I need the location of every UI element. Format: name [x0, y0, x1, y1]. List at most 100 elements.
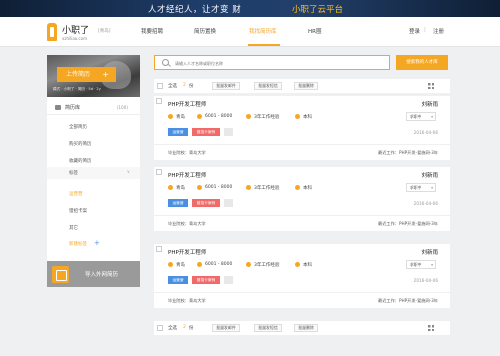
tag-badge[interactable]: 运营营	[168, 128, 188, 136]
new-tag-link[interactable]: 新建标签	[69, 241, 87, 247]
active-nav-indicator	[248, 44, 280, 46]
experience-icon	[246, 262, 251, 267]
resume-checkbox[interactable]	[156, 169, 162, 175]
nav-link-resume-exchange[interactable]: 简历置换	[194, 27, 216, 35]
top-banner[interactable]: 人才经纪人，让才变 财 小职了云平台	[0, 0, 500, 17]
school-label: 毕业院校：	[168, 221, 189, 226]
tag-badge[interactable]: 猎招卡案例	[192, 276, 220, 284]
nav-link-recruit[interactable]: 我要招聘	[141, 27, 163, 35]
bulk-sms-button[interactable]: 批量发短信	[254, 324, 282, 332]
job-title[interactable]: PHP开发工程师	[168, 100, 206, 108]
updated-date: 2016-04-06	[413, 130, 438, 135]
select-all-label: 全选	[168, 326, 177, 331]
work-value: PHP开发-爱施网-3年	[398, 150, 438, 155]
school-value: 青岛大学	[188, 221, 206, 226]
resume-card[interactable]: PHP开发工程师 刘新雨 青岛 6001 - 8000 3年工作经验 本科 求职…	[154, 96, 450, 160]
resume-library-label: 简历库	[65, 105, 81, 111]
status-dropdown[interactable]: 求职中	[406, 260, 436, 269]
sidebar-item-tag-headhunt[interactable]: 猎招卡案	[69, 208, 87, 214]
city-selector[interactable]: [青岛]	[98, 28, 111, 34]
card-footer: 毕业院校：青岛大学 最近工作：PHP开发-爱施网-3年	[154, 215, 450, 231]
work-label: 最近工作：	[378, 298, 399, 303]
grid-view-icon[interactable]	[428, 83, 434, 89]
add-tag-button[interactable]	[224, 128, 233, 136]
import-external-resume-button[interactable]: 导入外网简历	[47, 261, 140, 287]
education: 本科	[303, 263, 312, 268]
tag-badge[interactable]: 运营营	[168, 276, 188, 284]
resume-library-header[interactable]: 简历库 (100)	[47, 101, 140, 115]
card-footer: 毕业院校：青岛大学 最近工作：PHP开发-爱施网-3年	[154, 144, 450, 160]
status-dropdown[interactable]: 求职中	[406, 112, 436, 121]
candidate-name[interactable]: 刘新雨	[421, 171, 438, 179]
salary: 6001 - 8000	[205, 262, 233, 267]
bulk-email-button[interactable]: 批量发邮件	[212, 324, 240, 332]
job-title[interactable]: PHP开发工程师	[168, 248, 206, 256]
work-value: PHP开发-爱施网-3年	[398, 298, 438, 303]
candidate-name[interactable]: 刘新雨	[421, 100, 438, 108]
tags-group-toggle[interactable]: 标签 ∨	[47, 167, 140, 179]
selected-count: 2	[183, 325, 186, 330]
sidebar-item-all[interactable]: 全部简历	[69, 124, 87, 130]
city: 青岛	[176, 115, 185, 120]
logo-icon[interactable]	[47, 23, 57, 41]
sidebar-item-tag-ops[interactable]: 运营营	[69, 191, 83, 197]
nav-link-hr-circle[interactable]: HR圈	[308, 27, 321, 35]
search-box	[154, 55, 390, 70]
education: 本科	[303, 115, 312, 120]
tag-badge[interactable]: 猎招卡案例	[192, 128, 220, 136]
banner-slogan: 人才经纪人，让才变 财	[148, 5, 242, 15]
import-label: 导入外网简历	[85, 272, 119, 278]
resume-checkbox[interactable]	[156, 246, 162, 252]
photo-caption: 模式 · 小职了 · 简历 · 5d · 2y	[53, 87, 101, 91]
sidebar: 模式 · 小职了 · 简历 · 5d · 2y 上传简历 + 简历库 (100)…	[47, 55, 140, 287]
bulk-delete-button[interactable]: 批量删除	[294, 324, 318, 332]
grid-view-icon[interactable]	[428, 325, 434, 331]
school-info: 毕业院校：青岛大学	[168, 150, 206, 156]
banner-cta[interactable]: 小职了云平台	[292, 3, 343, 15]
logo-name[interactable]: 小职了	[62, 23, 89, 36]
main-nav: 小职了 xzhiliao.com [青岛] 我要招聘 简历置换 我找简历库 HR…	[0, 17, 500, 47]
sidebar-item-other[interactable]: 其它	[69, 225, 78, 231]
search-button[interactable]: 搜索我的人才库	[396, 55, 448, 70]
selected-count-unit: 份	[189, 326, 194, 331]
select-all-checkbox[interactable]	[157, 83, 163, 89]
tag-badge[interactable]: 猎招卡案例	[192, 199, 220, 207]
location-icon	[168, 114, 173, 119]
add-tag-icon[interactable]: +	[94, 239, 100, 247]
nav-link-resume-library[interactable]: 我找简历库	[249, 27, 277, 35]
upload-resume-button[interactable]: 上传简历 +	[57, 67, 116, 82]
school-label: 毕业院校：	[168, 150, 189, 155]
sidebar-item-purchased[interactable]: 购买的简历	[69, 141, 92, 147]
job-title[interactable]: PHP开发工程师	[168, 171, 206, 179]
education-icon	[295, 185, 300, 190]
experience: 3年工作经验	[254, 115, 280, 120]
add-tag-button[interactable]	[224, 199, 233, 207]
nav-separator: |	[424, 27, 426, 33]
login-link[interactable]: 登录	[409, 27, 420, 35]
resume-checkbox[interactable]	[156, 98, 162, 104]
bulk-email-button[interactable]: 批量发邮件	[212, 82, 240, 90]
location-icon	[168, 262, 173, 267]
tag-badge[interactable]: 运营营	[168, 199, 188, 207]
experience: 3年工作经验	[254, 186, 280, 191]
city: 青岛	[176, 186, 185, 191]
resume-card[interactable]: PHP开发工程师 刘新雨 青岛 6001 - 8000 3年工作经验 本科 求职…	[154, 244, 450, 308]
register-link[interactable]: 注册	[433, 27, 444, 35]
sidebar-item-favorites[interactable]: 收藏的简历	[69, 158, 92, 164]
bulk-delete-button[interactable]: 批量删除	[294, 82, 318, 90]
education-icon	[295, 262, 300, 267]
plus-icon: +	[102, 70, 109, 79]
salary-icon	[197, 262, 202, 267]
status-dropdown[interactable]: 求职中	[406, 183, 436, 192]
search-input[interactable]	[175, 57, 385, 69]
sidebar-item-tags: 标签	[69, 171, 78, 176]
select-all-checkbox[interactable]	[157, 325, 163, 331]
bulk-sms-button[interactable]: 批量发短信	[254, 82, 282, 90]
profile-photo: 模式 · 小职了 · 简历 · 5d · 2y 上传简历 +	[47, 55, 140, 97]
candidate-name[interactable]: 刘新雨	[421, 248, 438, 256]
resume-card[interactable]: PHP开发工程师 刘新雨 青岛 6001 - 8000 3年工作经验 本科 求职…	[154, 167, 450, 231]
search-icon	[162, 59, 169, 66]
resume-library-count: (100)	[116, 105, 128, 110]
add-tag-button[interactable]	[224, 276, 233, 284]
school-label: 毕业院校：	[168, 298, 189, 303]
